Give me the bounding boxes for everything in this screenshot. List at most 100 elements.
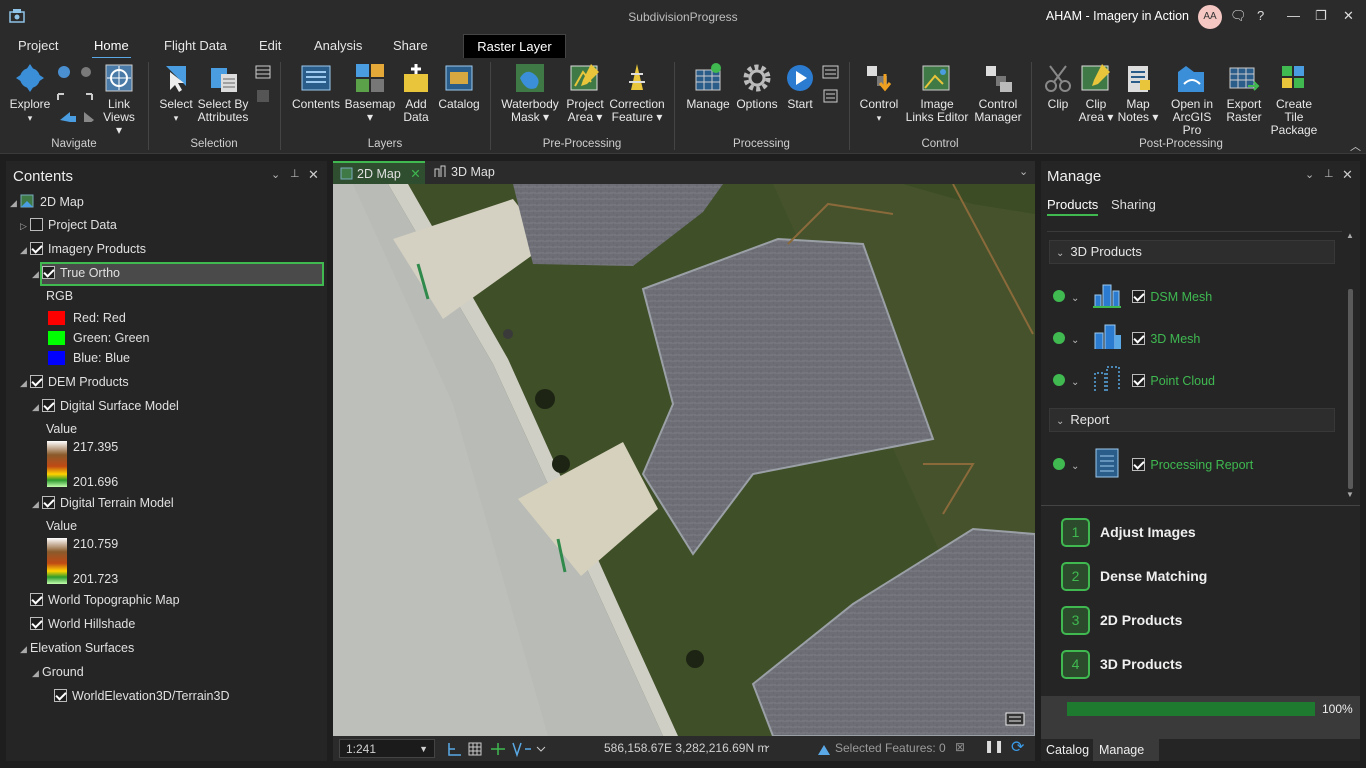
help-icon[interactable]: ? (1257, 8, 1264, 23)
project-area-button[interactable]: Project Area ▾ (563, 62, 607, 124)
clip-button[interactable]: Clip (1040, 62, 1076, 111)
true-ortho-checkbox[interactable] (42, 266, 55, 279)
map-canvas[interactable] (333, 184, 1035, 736)
project-data-checkbox[interactable] (30, 218, 43, 231)
tab-project[interactable]: Project (18, 38, 58, 53)
clip-area-button[interactable]: Clip Area ▾ (1077, 62, 1115, 124)
point-cloud-checkbox[interactable] (1132, 374, 1146, 387)
manage-button[interactable]: Manage (684, 62, 732, 111)
pause-icon[interactable]: ❚❚ (984, 739, 1004, 753)
contents-button[interactable]: Contents (290, 62, 342, 111)
close-pane-icon[interactable]: ✕ (1342, 167, 1353, 183)
export-raster-button[interactable]: Export Raster (1222, 62, 1266, 124)
layers-list-icon[interactable] (1005, 710, 1025, 726)
imagery-products-checkbox[interactable] (30, 242, 43, 255)
report-icon (1095, 448, 1119, 478)
pin-icon[interactable]: ⊥ (290, 167, 300, 180)
link-views-button[interactable]: Link Views ▾ (100, 62, 138, 137)
scale-selector[interactable]: 1:241 ▼ (339, 739, 435, 758)
tab-3d-map[interactable]: 3D Map (431, 161, 511, 184)
contents-label: Contents (291, 97, 341, 111)
avatar[interactable]: AA (1198, 5, 1222, 29)
pane-menu-icon[interactable]: ⌄ (271, 168, 280, 181)
pane-menu-icon[interactable]: ⌄ (1305, 168, 1314, 181)
control-button[interactable]: Control ▾ (857, 62, 901, 125)
pin-icon[interactable]: ⊥ (1324, 167, 1334, 180)
tab-2d-map[interactable]: 2D Map ✕ (333, 161, 425, 184)
products-scrollbar[interactable]: ▲ ▼ (1346, 231, 1354, 499)
tree-item-ground[interactable]: ◢ Ground (32, 665, 84, 687)
tab-catalog[interactable]: Catalog (1041, 739, 1093, 761)
tab-raster-layer[interactable]: Raster Layer (463, 34, 566, 59)
tab-edit[interactable]: Edit (259, 38, 281, 53)
attribute-table-icon[interactable] (254, 64, 272, 104)
map-notes-button[interactable]: Map Notes ▾ (1117, 62, 1159, 124)
tree-item-world-elevation[interactable]: WorldElevation3D/Terrain3D (54, 689, 229, 711)
select-by-attributes-button[interactable]: Select By Attributes (196, 62, 250, 124)
tree-item-project-data[interactable]: ▷ Project Data (20, 218, 117, 240)
tab-sharing[interactable]: Sharing (1111, 197, 1156, 212)
refresh-icon[interactable]: ⟳ (1011, 737, 1024, 757)
close-icon[interactable]: ✕ (1343, 8, 1354, 24)
control-manager-button[interactable]: Control Manager (973, 62, 1023, 124)
minimize-icon[interactable]: — (1287, 8, 1300, 23)
close-tab-icon[interactable]: ✕ (410, 167, 420, 181)
options-button[interactable]: Options (734, 62, 780, 111)
tree-item-dtm[interactable]: ◢ Digital Terrain Model (32, 496, 174, 518)
tree-item-true-ortho[interactable]: ◢ True Ortho (32, 266, 120, 288)
tree-item-elevation-surfaces[interactable]: ◢ Elevation Surfaces (20, 641, 134, 663)
coordinate-format-icon[interactable]: ⌄ (763, 740, 771, 751)
user-name[interactable]: AHAM - Imagery in Action (1046, 9, 1189, 23)
tree-item-imagery-products[interactable]: ◢ Imagery Products (20, 242, 146, 264)
3d-mesh-checkbox[interactable] (1132, 332, 1146, 345)
world-topo-checkbox[interactable] (30, 593, 43, 606)
tree-item-world-hillshade[interactable]: World Hillshade (30, 617, 135, 639)
waterbody-mask-button[interactable]: Waterbody Mask ▾ (498, 62, 562, 124)
world-hillshade-checkbox[interactable] (30, 617, 43, 630)
open-in-arcgis-pro-button[interactable]: Open in ArcGIS Pro (1162, 62, 1222, 137)
dtm-checkbox[interactable] (42, 496, 55, 509)
map-view-container: 2D Map ✕ 3D Map ⌄ 1:241 ▼ 586,158.67E 3,… (333, 161, 1035, 761)
dsm-mesh-checkbox[interactable] (1132, 290, 1146, 303)
product-processing-report[interactable]: ⌄ Processing Report (1053, 447, 1253, 479)
processing-small-icons[interactable] (822, 64, 840, 104)
processing-report-checkbox[interactable] (1132, 458, 1146, 471)
selected-features-count[interactable]: Selected Features: 0 (835, 741, 946, 755)
tab-products[interactable]: Products (1047, 197, 1099, 216)
add-data-button[interactable]: Add Data (398, 62, 434, 124)
notification-icon[interactable]: 🗨 (1230, 8, 1247, 24)
product-dsm-mesh[interactable]: ⌄ DSM Mesh (1053, 279, 1212, 311)
select-button[interactable]: Select ▾ (158, 62, 194, 125)
tab-list-icon[interactable]: ⌄ (1019, 165, 1028, 178)
clear-selection-icon[interactable]: ⊠ (955, 740, 965, 754)
navigate-small-icons[interactable] (56, 64, 96, 122)
tree-item-dsm[interactable]: ◢ Digital Surface Model (32, 399, 179, 421)
create-tile-package-button[interactable]: Create Tile Package (1265, 62, 1323, 137)
basemap-button[interactable]: Basemap ▾ (344, 62, 396, 124)
collapse-ribbon-icon[interactable]: ︿ (1350, 138, 1361, 154)
tab-flight-data[interactable]: Flight Data (164, 38, 227, 53)
tree-item-dem-products[interactable]: ◢ DEM Products (20, 375, 129, 397)
correction-feature-button[interactable]: Correction Feature ▾ (608, 62, 666, 124)
dsm-checkbox[interactable] (42, 399, 55, 412)
catalog-button[interactable]: Catalog (436, 62, 482, 111)
tree-item-world-topo[interactable]: World Topographic Map (30, 593, 180, 615)
tab-manage[interactable]: Manage (1093, 739, 1159, 761)
map-tools-icons[interactable] (447, 741, 557, 757)
tree-item-2d-map[interactable]: ◢ 2D Map (10, 194, 84, 216)
tab-analysis[interactable]: Analysis (314, 38, 362, 53)
tab-share[interactable]: Share (393, 38, 428, 53)
section-3d-products[interactable]: ⌄ 3D Products (1049, 240, 1335, 264)
restore-icon[interactable]: ❐ (1315, 8, 1327, 24)
world-elevation-checkbox[interactable] (54, 689, 67, 702)
tab-home[interactable]: Home (92, 38, 131, 59)
map-icon (340, 167, 353, 180)
product-3d-mesh[interactable]: ⌄ 3D Mesh (1053, 321, 1200, 353)
start-button[interactable]: Start (783, 62, 817, 111)
explore-button[interactable]: Explore ▾ (8, 62, 52, 125)
section-report[interactable]: ⌄ Report (1049, 408, 1335, 432)
product-point-cloud[interactable]: ⌄ Point Cloud (1053, 363, 1215, 395)
image-links-editor-button[interactable]: Image Links Editor (905, 62, 969, 124)
close-pane-icon[interactable]: ✕ (308, 167, 319, 183)
dem-products-checkbox[interactable] (30, 375, 43, 388)
